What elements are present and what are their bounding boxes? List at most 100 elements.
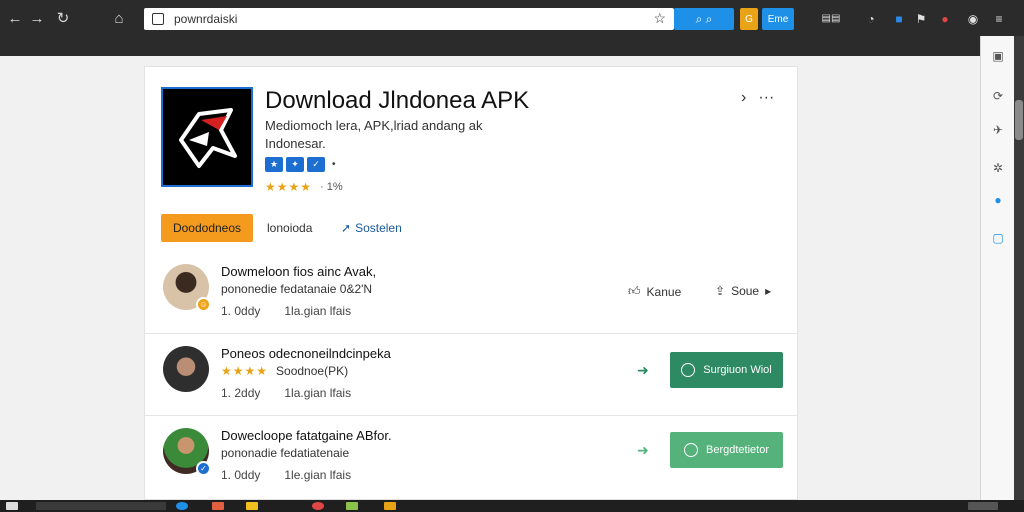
taskbar-app-icon[interactable]: [212, 502, 224, 510]
scrollbar[interactable]: [1014, 36, 1024, 500]
taskbar-app-icon[interactable]: [346, 502, 358, 510]
avatar[interactable]: [163, 346, 209, 392]
sidebar-history-icon[interactable]: ⟳: [990, 88, 1006, 104]
green-arrow-icon: ➜: [637, 442, 649, 458]
feed-item-meta-text: 1la.gian lfais: [284, 304, 352, 318]
lock-icon: [152, 13, 164, 25]
thumbs-up-icon: 👍︎: [628, 284, 641, 298]
os-taskbar: [0, 500, 1024, 512]
extension-g-icon[interactable]: G: [740, 8, 758, 30]
feed-item-meta: 1. 0ddy 1la.gian lfais: [221, 304, 351, 318]
sidebar-window-icon[interactable]: ▢: [990, 230, 1006, 246]
avatar[interactable]: ☺: [163, 264, 211, 312]
sidebar-share-icon[interactable]: ✈: [990, 122, 1006, 138]
extension-sidebar: ▣ ⟳ ✈ ✲ ● ▢: [980, 36, 1014, 500]
clock-icon: [684, 443, 698, 457]
app-description: Mediomoch lera, APK,lriad andang ak Indo…: [265, 118, 483, 151]
app-logo: [161, 87, 253, 187]
notification-icon[interactable]: ■: [890, 10, 908, 28]
badge-spark-icon: ✦: [286, 157, 304, 172]
clock-icon[interactable]: ◔: [862, 10, 880, 28]
green-arrow-icon: ➜: [637, 362, 649, 378]
feed-item[interactable]: ☺ Dowmeloon fios ainc Avak, pononedie fe…: [145, 252, 797, 334]
start-icon[interactable]: [6, 502, 18, 510]
feed-item-time: 1. 2ddy: [221, 386, 261, 400]
menu-icon[interactable]: ≡: [990, 10, 1008, 28]
feed-item-time: 1. 0ddy: [221, 304, 261, 318]
share-button[interactable]: ⇪ Soue ▸: [715, 284, 771, 298]
clock-icon: [681, 363, 696, 377]
address-url: pownrdaiski: [174, 12, 238, 26]
share-box-icon: ⇪: [715, 284, 726, 298]
share-link[interactable]: ➚ Sostelen: [341, 221, 402, 235]
feed-item-meta: 1. 2ddy 1la.gian lfais: [221, 386, 351, 400]
app-rating: ★★★★ · 1%: [265, 180, 343, 194]
feed-action-button[interactable]: Bergdtetietor: [670, 432, 783, 468]
emoji-badge-icon: ☺: [196, 297, 211, 312]
avatar[interactable]: ✓: [163, 428, 211, 476]
taskbar-app-icon[interactable]: [176, 502, 188, 510]
share-arrow-icon[interactable]: ›: [741, 89, 746, 107]
taskbar-folder-icon[interactable]: [246, 502, 258, 510]
header-actions: › ···: [741, 89, 774, 107]
back-icon[interactable]: ←: [4, 8, 26, 30]
bookmark-star-icon[interactable]: ☆: [653, 10, 666, 27]
scrollbar-thumb[interactable]: [1015, 100, 1023, 140]
sidebar-chat-icon[interactable]: ▣: [990, 48, 1006, 64]
download-button[interactable]: Doododneos: [161, 214, 253, 242]
feed-action-label: Bergdtetietor: [706, 444, 769, 456]
reload-icon[interactable]: ↻: [52, 8, 74, 30]
share-icon: ➚: [341, 221, 352, 235]
feed-item-subtitle: pononedie fedatanaie 0&2'N: [221, 282, 372, 296]
like-button[interactable]: 👍︎ Kanue: [628, 284, 681, 299]
app-logo-icon: [179, 108, 237, 168]
extension-button[interactable]: Eme: [762, 8, 794, 30]
app-badges: ★ ✦ ✓ •: [265, 157, 336, 172]
like-label: Kanue: [646, 284, 682, 299]
user-icon[interactable]: ◉: [964, 10, 982, 28]
share-label: Soue: [731, 284, 760, 298]
feed-action-button[interactable]: Surgiuon Wiol: [670, 352, 783, 388]
feed-item-title: Dowmeloon fios ainc Avak,: [221, 264, 377, 279]
feed-item-title: Dowecloope fatatgaine ABfor.: [221, 428, 392, 443]
app-card: Download Jlndonea APK Mediomoch lera, AP…: [144, 66, 798, 500]
feed-item[interactable]: ✓ Dowecloope fatatgaine ABfor. pononadie…: [145, 416, 797, 498]
feed-item-subtitle-text: Soodnoe(PK): [276, 364, 349, 378]
taskbar-app-icon[interactable]: [384, 502, 396, 510]
feed-item-subtitle: pononadie fedatiatenaie: [221, 446, 349, 460]
chevron-right-icon: ▸: [765, 284, 772, 298]
feed-item-subtitle: ★★★★ Soodnoe(PK): [221, 364, 348, 378]
taskbar-browser-icon[interactable]: [312, 502, 324, 510]
app-title: Download Jlndonea APK: [265, 87, 530, 114]
badge-check-icon: ✓: [307, 157, 325, 172]
feed-item-stars: ★★★★: [221, 364, 269, 378]
feed-item-time: 1. 0ddy: [221, 468, 261, 482]
feed-item-subtitle-text: pononadie fedatiatenaie: [221, 446, 350, 460]
browser-toolbar: ← → ↻ ⌂ pownrdaiski ☆ ⌕ ⌕ G Eme ▤▤ ◔ ■ ⚑…: [0, 0, 1024, 56]
feed-action-label: Surgiuon Wiol: [703, 364, 772, 376]
feed-item[interactable]: Poneos odecnoneilndcinpeka ★★★★ Soodnoe(…: [145, 334, 797, 416]
taskbar-search[interactable]: [36, 502, 166, 510]
flag-icon[interactable]: ⚑: [912, 10, 930, 28]
rating-count: · 1%: [320, 181, 343, 193]
feed-item-subtitle-text: pononedie fedatanaie 0&2'N: [221, 282, 373, 296]
chrome-icon[interactable]: ●: [936, 10, 954, 28]
search-extension-button[interactable]: ⌕ ⌕: [674, 8, 734, 30]
verified-check-icon: ✓: [196, 461, 211, 476]
search-icon: ⌕ ⌕: [695, 11, 713, 26]
badge-star-icon: ★: [265, 157, 283, 172]
secondary-link[interactable]: lonoioda: [267, 221, 312, 235]
feed-item-meta-text: 1la.gian lfais: [284, 386, 352, 400]
feed-item-title: Poneos odecnoneilndcinpeka: [221, 346, 391, 361]
sidebar-info-icon[interactable]: ●: [990, 192, 1006, 208]
profile-text-icon[interactable]: ▤▤: [818, 10, 844, 28]
sidebar-settings-icon[interactable]: ✲: [990, 160, 1006, 176]
feed-item-meta-text: 1le.gian lfais: [284, 468, 352, 482]
rating-stars: ★★★★: [265, 180, 313, 194]
forward-icon[interactable]: →: [26, 8, 48, 30]
home-icon[interactable]: ⌂: [108, 8, 130, 30]
feed-item-meta: 1. 0ddy 1le.gian lfais: [221, 468, 351, 482]
more-options-icon[interactable]: ···: [758, 89, 774, 107]
address-bar[interactable]: pownrdaiski ☆: [144, 8, 674, 30]
share-link-label: Sostelen: [355, 221, 402, 235]
